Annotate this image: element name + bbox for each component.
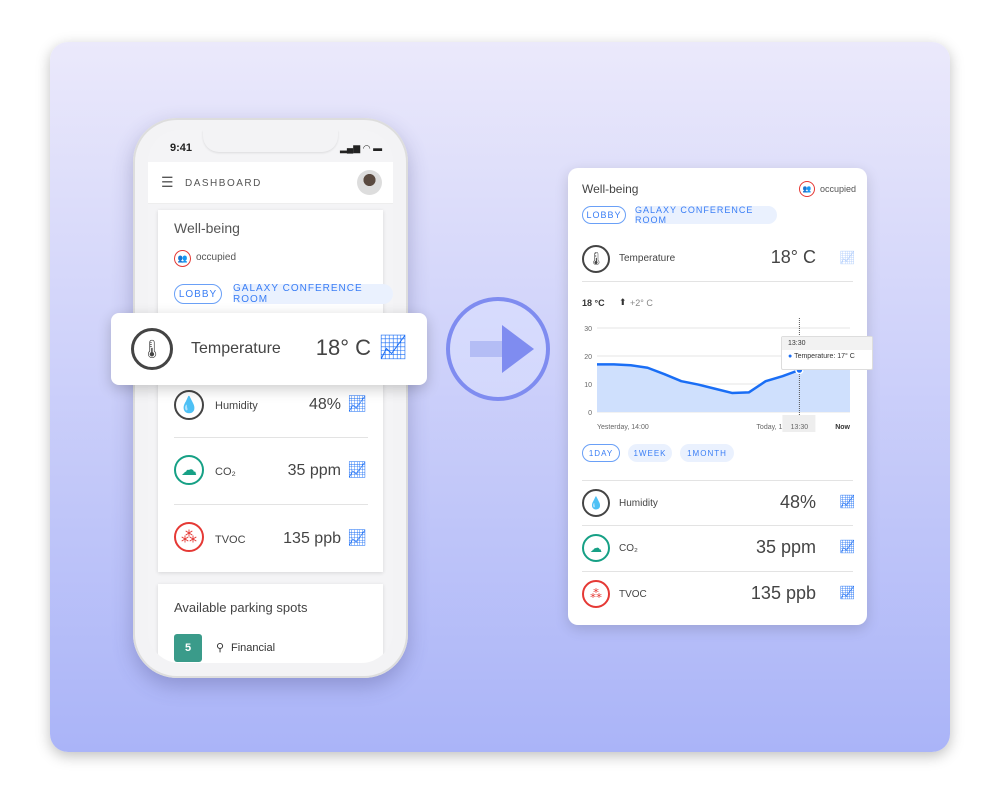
- occupancy-status: occupied: [196, 252, 237, 263]
- avatar[interactable]: [357, 170, 382, 195]
- metric-name: CO₂: [619, 543, 638, 554]
- location-chip-lobby[interactable]: LOBBY: [582, 206, 626, 224]
- trend-chart-icon[interactable]: 📈︎: [347, 394, 367, 414]
- status-time: 9:41: [170, 142, 193, 154]
- metric-value: 18° C: [770, 247, 816, 267]
- cloud-icon: ☁: [174, 455, 204, 485]
- menu-icon[interactable]: ☰: [161, 174, 174, 191]
- range-1week[interactable]: 1WEEK: [628, 444, 672, 462]
- trend-chart-icon[interactable]: 📈︎: [378, 333, 408, 362]
- occupied-icon: 👥: [174, 250, 191, 267]
- app-header: ☰ DASHBOARD: [148, 162, 393, 204]
- metric-value: 135 ppb: [750, 583, 816, 603]
- parking-location: Financial: [231, 642, 276, 654]
- detail-card: Well-being 👥 occupied LOBBY GALAXY CONFE…: [568, 168, 873, 625]
- x-axis-label: Now: [835, 424, 850, 431]
- metric-value: 48%: [308, 396, 341, 413]
- thermometer-icon: 🌡︎: [582, 245, 610, 273]
- current-temperature: 18 °C: [582, 298, 605, 308]
- trend-chart-icon[interactable]: 📈︎: [839, 539, 856, 555]
- location-chip-galaxy[interactable]: GALAXY CONFERENCE ROOM: [635, 205, 777, 225]
- wellbeing-card: Well-being 👥 occupied LOBBY GALAXY CONFE…: [158, 210, 393, 572]
- cursor-label: 13:30: [791, 424, 809, 431]
- page-title: DASHBOARD: [185, 178, 262, 189]
- droplet-icon: 💧: [174, 390, 204, 420]
- phone-notch: [203, 130, 338, 152]
- arrow-up-icon: ⬆: [619, 297, 627, 307]
- parking-title: Available parking spots: [174, 600, 308, 615]
- metric-name: Temperature: [619, 253, 676, 264]
- metric-name: Humidity: [215, 400, 258, 412]
- parking-count-badge: 5: [174, 634, 202, 662]
- divider: [174, 437, 368, 438]
- trend-chart-icon[interactable]: 📈︎: [839, 250, 856, 266]
- status-icons: ▂▄▆ ◠ ▬: [340, 143, 383, 153]
- series-area: [597, 364, 850, 412]
- card-title: Well-being: [174, 220, 240, 236]
- metric-value: 135 ppb: [283, 530, 341, 547]
- molecule-icon: ⁂: [582, 580, 610, 608]
- molecule-icon: ⁂: [174, 522, 204, 552]
- location-chip-galaxy[interactable]: GALAXY CONFERENCE ROOM: [233, 283, 393, 305]
- range-1day[interactable]: 1DAY: [582, 444, 620, 462]
- series-dot-icon: ●: [788, 353, 793, 360]
- temperature-highlight-card[interactable]: 🌡︎ Temperature 18° C 📈︎: [111, 313, 427, 385]
- metric-name: CO₂: [215, 466, 236, 478]
- occupancy-status: occupied: [820, 184, 857, 194]
- metric-value: 35 ppm: [287, 462, 341, 479]
- range-1month[interactable]: 1MONTH: [680, 444, 734, 462]
- droplet-icon: 💧: [582, 489, 610, 517]
- tooltip-text: Temperature: 17° C: [794, 353, 855, 360]
- metric-value: 18° C: [315, 335, 371, 360]
- trend-chart-icon[interactable]: 📈︎: [347, 460, 367, 480]
- divider: [582, 480, 853, 481]
- x-axis-label: Yesterday, 14:00: [597, 424, 649, 431]
- y-tick-label: 30: [584, 326, 592, 333]
- tooltip-title: 13:30: [782, 337, 872, 350]
- metric-name: TVOC: [619, 589, 647, 600]
- y-tick-label: 0: [588, 410, 592, 417]
- metric-value: 48%: [779, 492, 816, 512]
- divider: [582, 281, 853, 282]
- metric-name: Temperature: [191, 340, 281, 357]
- phone-mockup: 9:41 ▂▄▆ ◠ ▬ ☰ DASHBOARD Well-being 👥 oc…: [133, 118, 408, 678]
- divider: [582, 525, 853, 526]
- phone-screen: 9:41 ▂▄▆ ◠ ▬ ☰ DASHBOARD Well-being 👥 oc…: [148, 130, 393, 663]
- trend-chart-icon[interactable]: 📈︎: [347, 528, 367, 548]
- arrow-circle: [446, 297, 550, 401]
- divider: [174, 504, 368, 505]
- trend-chart-icon[interactable]: 📈︎: [839, 494, 856, 510]
- trend-chart-icon[interactable]: 📈︎: [839, 585, 856, 601]
- y-tick-label: 10: [584, 382, 592, 389]
- arrow-right-icon: [502, 325, 534, 373]
- location-chip-lobby[interactable]: LOBBY: [174, 284, 222, 304]
- card-title: Well-being: [582, 182, 639, 196]
- parking-card: Available parking spots 5 ⚲ Financial: [158, 584, 383, 663]
- temperature-change: +2° C: [630, 298, 653, 308]
- metric-value: 35 ppm: [755, 537, 816, 557]
- cloud-icon: ☁: [582, 534, 610, 562]
- metric-name: Humidity: [619, 498, 658, 509]
- location-pin-icon: ⚲: [216, 642, 225, 654]
- metric-name: TVOC: [215, 534, 246, 546]
- divider: [582, 571, 853, 572]
- y-tick-label: 20: [584, 354, 592, 361]
- chart-tooltip: 13:30 ● Temperature: 17° C: [781, 336, 873, 370]
- thermometer-icon: 🌡︎: [131, 328, 173, 370]
- occupied-icon: 👥: [799, 181, 815, 197]
